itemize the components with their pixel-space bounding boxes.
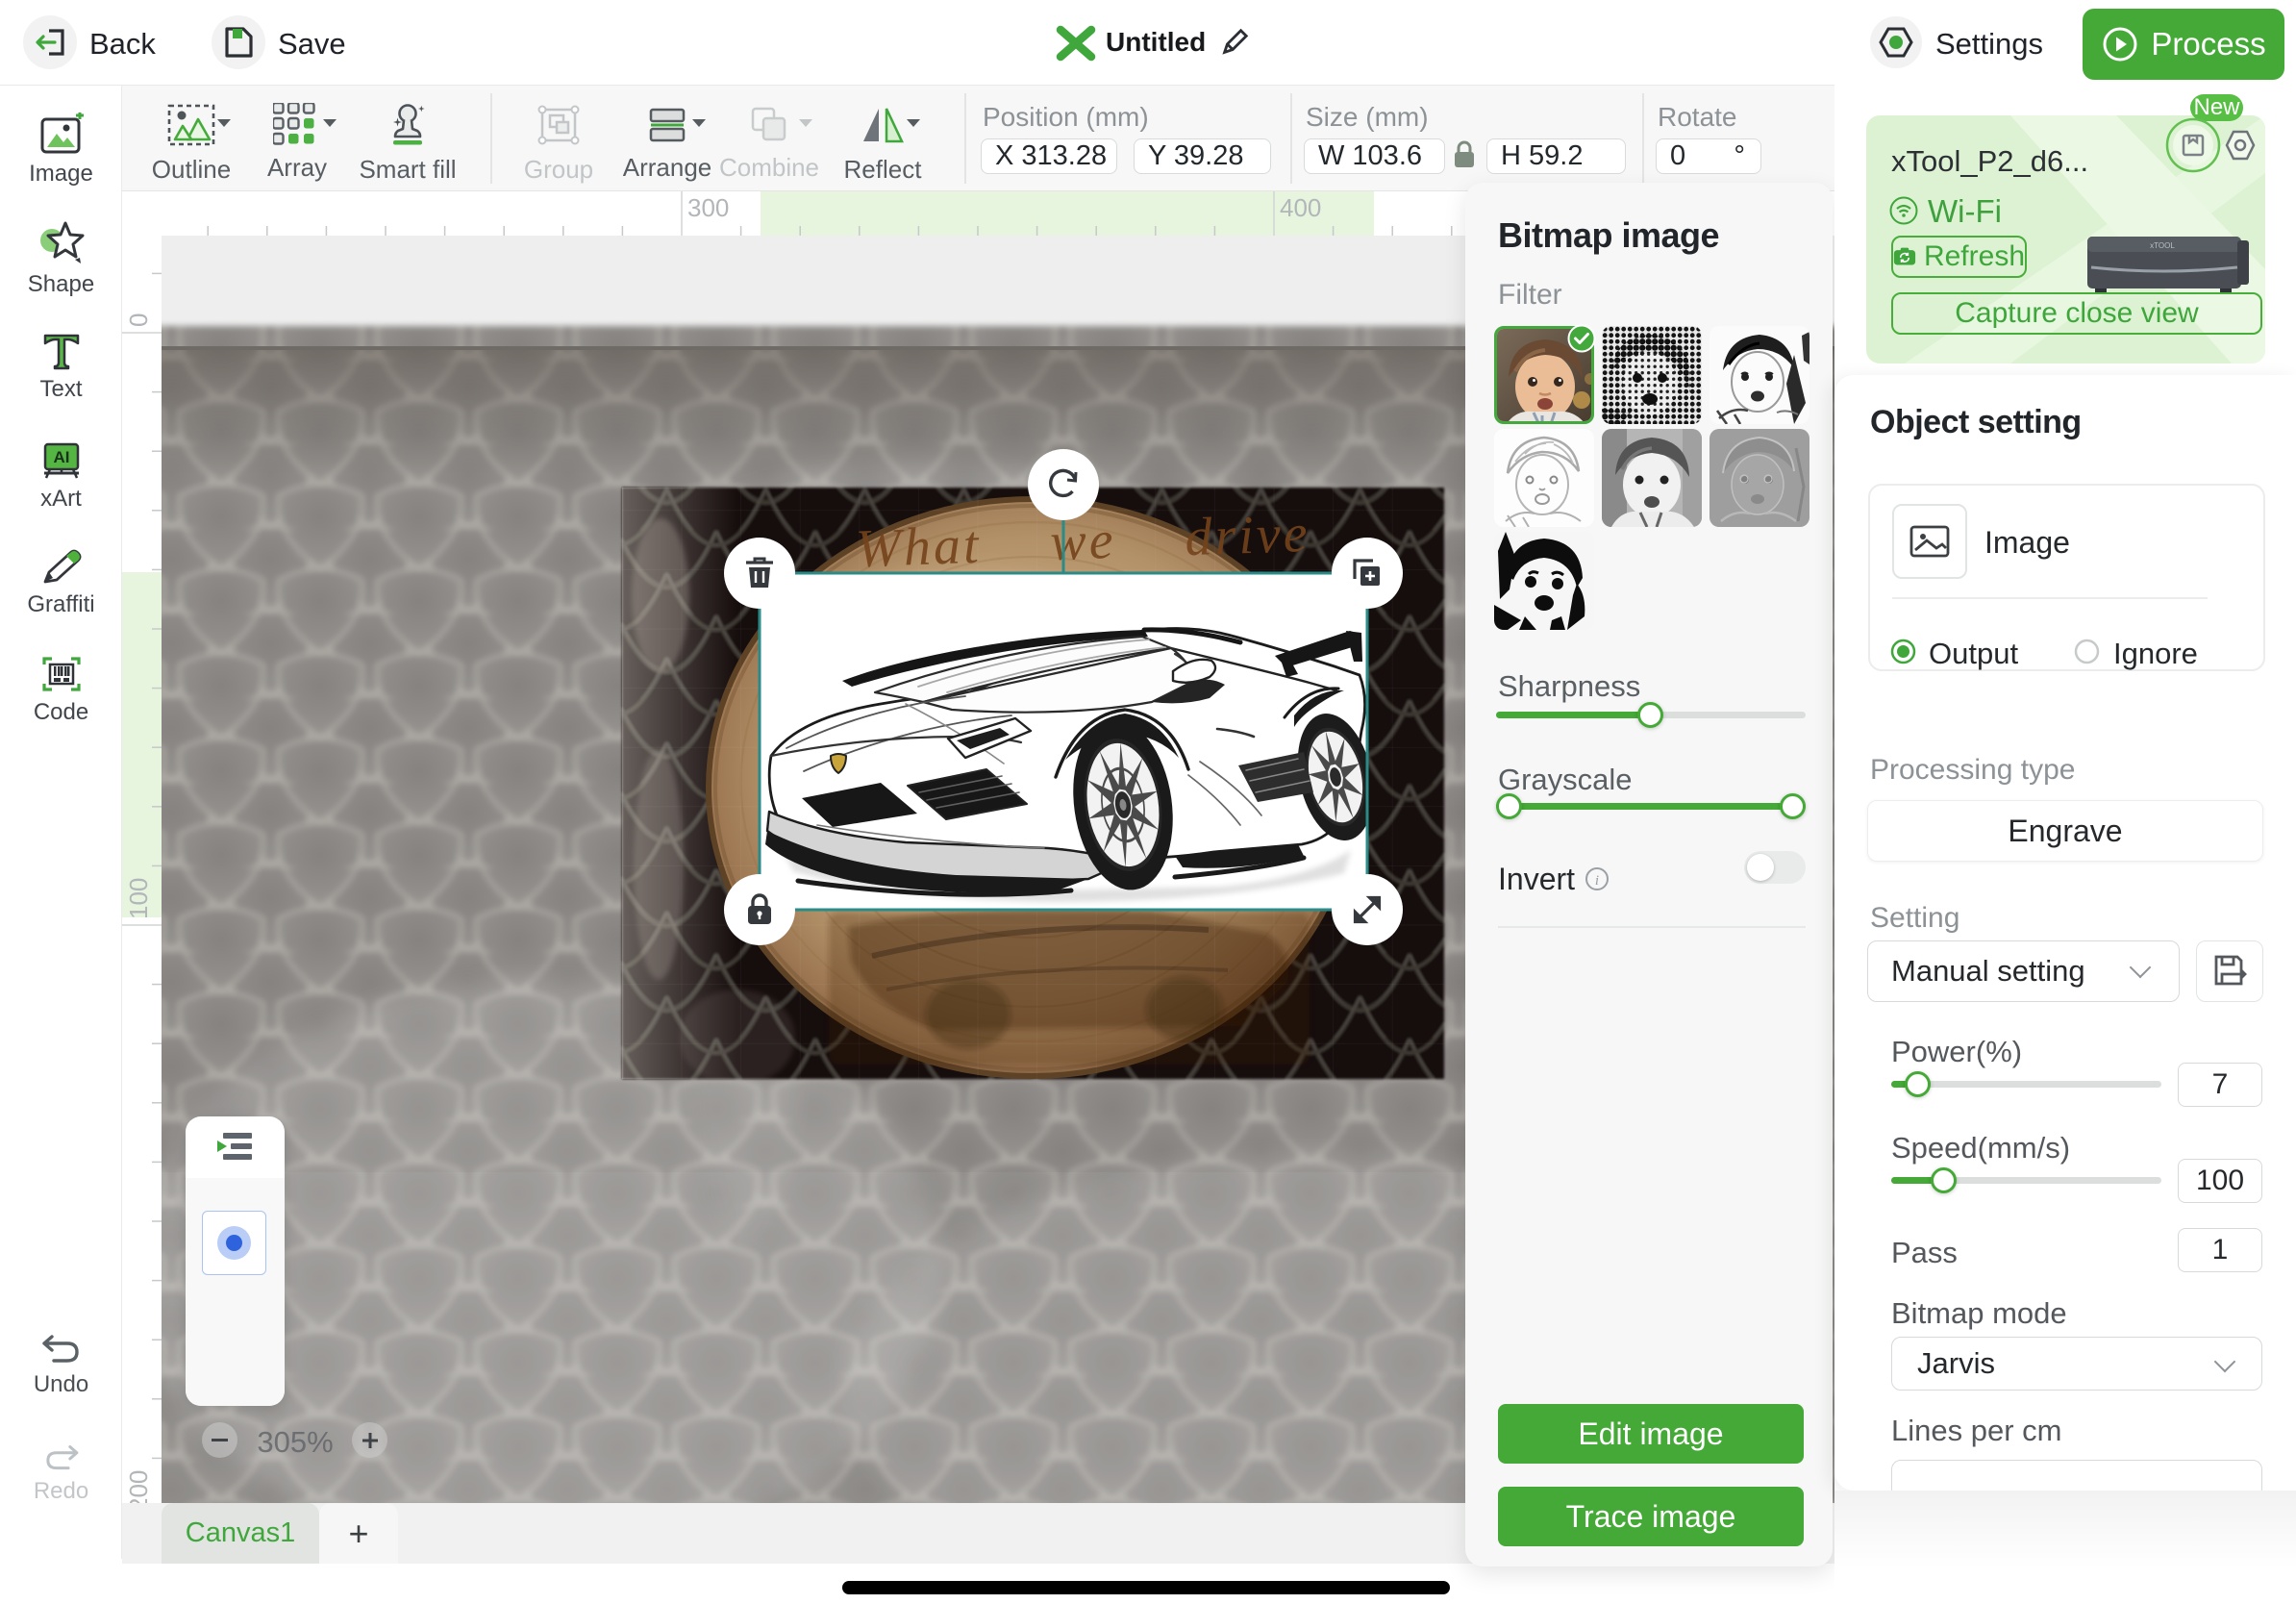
- svg-text:400: 400: [1280, 193, 1321, 222]
- svg-text:200: 200: [124, 1470, 153, 1503]
- svg-text:i: i: [1595, 873, 1599, 889]
- svg-text:AI: AI: [53, 448, 69, 466]
- svg-text:100: 100: [124, 878, 153, 919]
- svg-text:300: 300: [687, 193, 729, 222]
- svg-text:0: 0: [124, 313, 153, 327]
- svg-text:xTOOL: xTOOL: [2150, 241, 2175, 250]
